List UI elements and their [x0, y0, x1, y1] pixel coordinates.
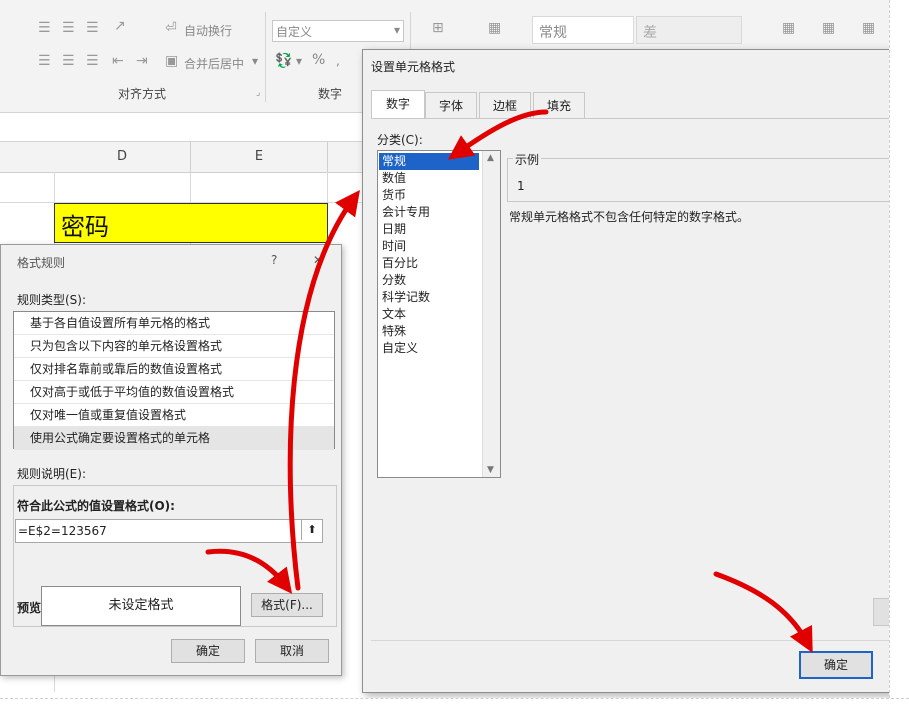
- torn-edge-right: [889, 0, 909, 718]
- arrow-to-ok-button: [713, 571, 813, 653]
- arrow-to-general-category: [447, 109, 549, 160]
- torn-edge-bottom: [0, 698, 909, 719]
- annotation-arrows: [205, 109, 813, 653]
- arrow-to-format-button: [205, 548, 293, 594]
- arrow-to-format-dialog: [287, 189, 360, 591]
